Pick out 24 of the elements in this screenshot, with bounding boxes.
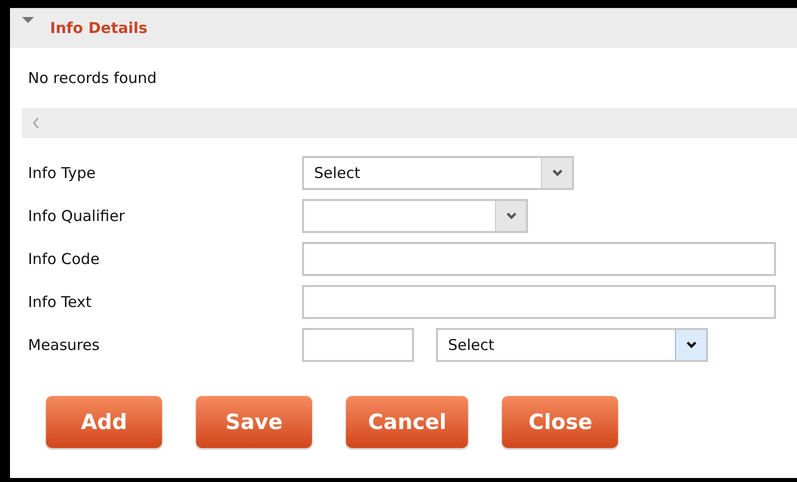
chevron-down-icon — [552, 169, 562, 177]
input-field[interactable] — [302, 328, 414, 362]
chevron-down-icon — [686, 341, 696, 349]
action-button[interactable]: Close — [502, 396, 618, 448]
chevron-down-icon — [506, 212, 516, 220]
action-button[interactable]: Save — [196, 396, 312, 448]
panel-title: Info Details — [50, 19, 148, 37]
scroll-left-icon[interactable] — [32, 117, 40, 129]
input-field[interactable] — [302, 285, 776, 319]
field-label: Measures — [28, 336, 101, 354]
action-button[interactable]: Cancel — [346, 396, 468, 448]
input-field[interactable] — [302, 242, 776, 276]
dropdown[interactable]: Select — [302, 156, 574, 190]
empty-message: No records found — [27, 68, 158, 89]
field-label: Info Type — [28, 164, 97, 182]
panel-header[interactable]: Info Details — [10, 8, 797, 48]
field-label: Info Code — [28, 250, 101, 268]
field-label: Info Text — [28, 293, 92, 311]
dropdown[interactable] — [302, 199, 528, 233]
action-button[interactable]: Add — [46, 396, 162, 448]
collapse-triangle-icon[interactable] — [22, 17, 34, 25]
field-label: Info Qualifier — [28, 207, 126, 225]
scrollbar[interactable] — [22, 108, 797, 138]
dropdown[interactable]: Select — [436, 328, 708, 362]
